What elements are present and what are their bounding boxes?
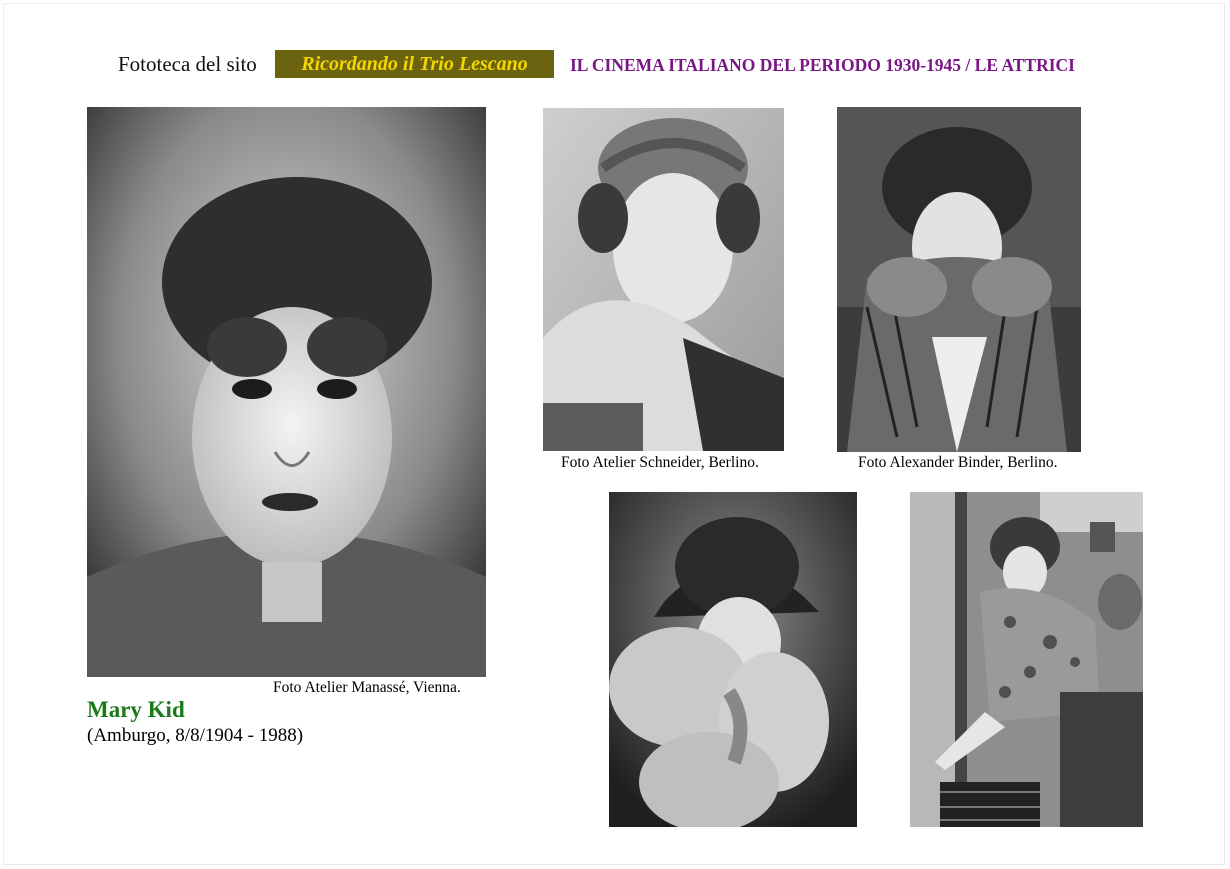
actress-name: Mary Kid — [87, 697, 185, 722]
section-title: IL CINEMA ITALIANO DEL PERIODO 1930-1945… — [570, 55, 1075, 75]
photo-caption-binder: Foto Alexander Binder, Berlino. — [858, 454, 1058, 471]
photo-caption-schneider: Foto Atelier Schneider, Berlino. — [561, 454, 759, 471]
portrait-photo-hat — [609, 492, 857, 827]
portrait-photo-fur-collar — [837, 107, 1081, 452]
actress-birth-death: (Amburgo, 8/8/1904 - 1988) — [87, 725, 304, 746]
portrait-photo-turban — [543, 108, 784, 451]
site-name-link[interactable]: Ricordando il Trio Lescano — [275, 50, 554, 78]
header-prefix: Fototeca del sito — [118, 52, 257, 76]
scene-photo-seated — [910, 492, 1143, 827]
portrait-photo-main — [87, 107, 486, 677]
photo-caption-main: Foto Atelier Manassé, Vienna. — [273, 679, 461, 696]
